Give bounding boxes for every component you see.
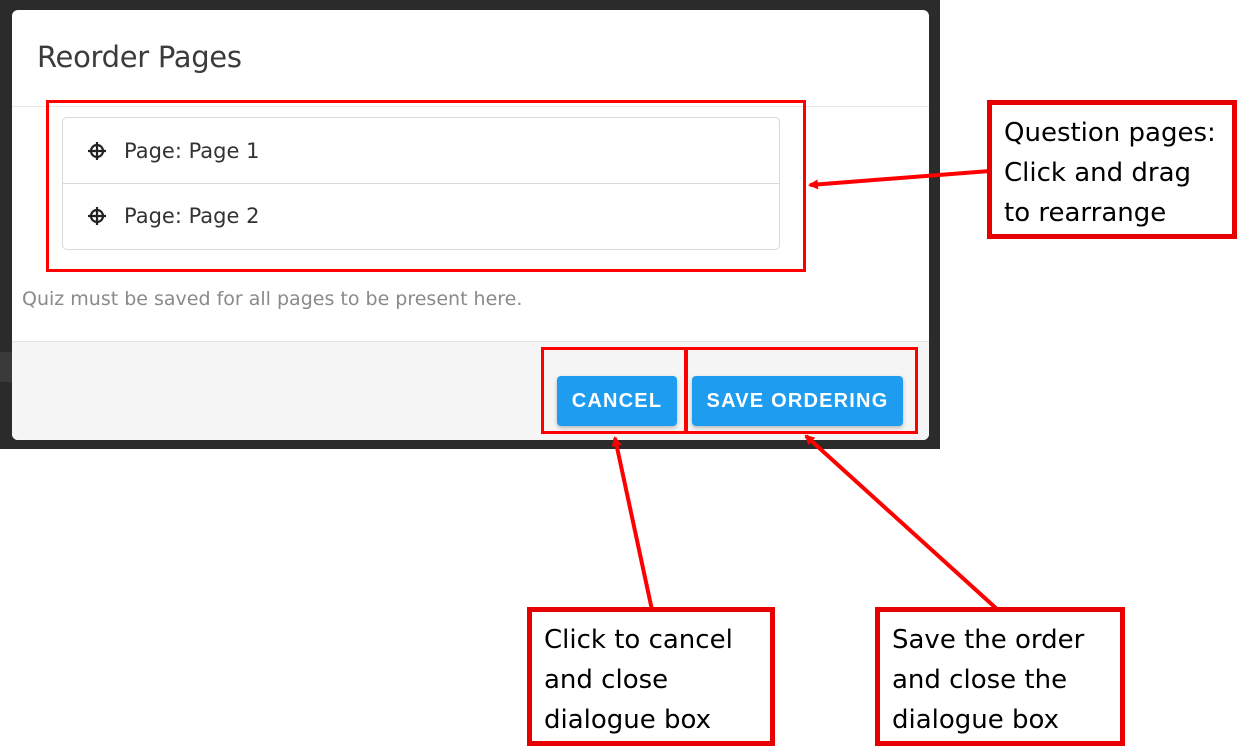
callout-line: to rearrange	[1004, 198, 1167, 228]
background-page-peek	[0, 352, 12, 382]
callout-line: and close the	[892, 665, 1068, 695]
callout-line: Click to cancel	[544, 625, 733, 655]
page-list-highlight	[46, 100, 806, 272]
callout-line: dialogue box	[544, 705, 712, 735]
save-hint-text: Quiz must be saved for all pages to be p…	[22, 288, 523, 310]
save-button-highlight	[684, 347, 918, 434]
save-callout: Save the order and close the dialogue bo…	[875, 607, 1125, 746]
callout-line: and close	[544, 665, 669, 695]
dialog-header: Reorder Pages	[12, 10, 929, 107]
callout-line: dialogue box	[892, 705, 1060, 735]
cancel-button-highlight	[541, 347, 688, 434]
callout-line: Question pages:	[1004, 118, 1216, 148]
cancel-callout: Click to cancel and close dialogue box	[527, 607, 775, 746]
cancel-arrow	[611, 436, 654, 611]
callout-line: Save the order	[892, 625, 1085, 655]
callout-line: Click and drag	[1004, 158, 1192, 188]
pages-callout: Question pages: Click and drag to rearra…	[987, 100, 1237, 239]
dialog-title: Reorder Pages	[37, 40, 242, 74]
save-arrow	[804, 434, 1000, 612]
